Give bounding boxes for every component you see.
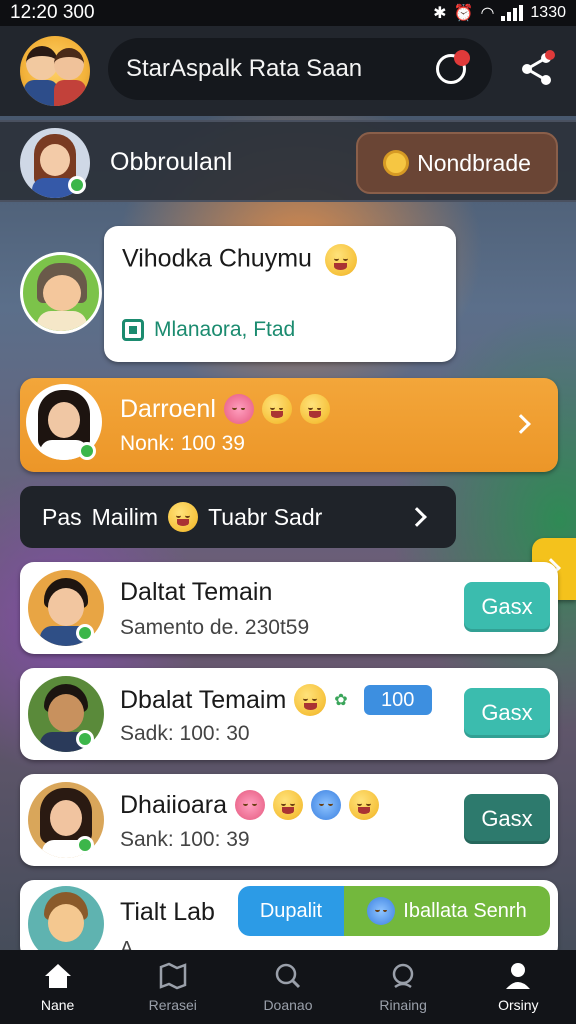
row-meta: Sadk: 100: 30 (120, 722, 250, 745)
battery-text: 1330 (530, 4, 566, 21)
profile-action-label: Nondbrade (417, 149, 531, 176)
header-title-pill[interactable]: StarAspalk Rata Saan (108, 38, 492, 100)
list-item[interactable]: Dbalat Temaim ✿ 100 Sadk: 100: 30 Gasx (20, 668, 558, 760)
smile-emoji-icon (324, 244, 357, 276)
list-item[interactable]: Tialt Lab A... Dupalit Iballata Senrh (20, 880, 558, 962)
row-name: Daltat Temain (120, 578, 273, 606)
nav-home[interactable]: Nane (8, 952, 108, 1022)
grin-emoji-icon (273, 790, 304, 820)
count-badge: 100 (363, 685, 432, 715)
blush-emoji-icon (235, 790, 266, 820)
header-title: StarAspalk Rata Saan (126, 55, 363, 82)
online-indicator (76, 836, 94, 854)
home-icon (44, 964, 71, 988)
list-item[interactable]: Daltat Temain Samento de. 230t59 Gasx (20, 562, 558, 654)
nav-label: Rerasei (148, 997, 197, 1013)
message-bubble[interactable]: Vihodka Chuymu Mlanaora, Ftad (104, 226, 456, 362)
blush-emoji-icon (223, 394, 254, 424)
nav-label: Orsiny (498, 997, 539, 1013)
share-icon[interactable] (518, 50, 556, 88)
row-title: Daltat Temain (120, 578, 272, 607)
sparkle-icon: ✿ (334, 692, 348, 709)
online-indicator (76, 624, 94, 642)
nav-search[interactable]: Doanao (238, 952, 338, 1022)
chat-badge (454, 50, 470, 66)
grin-emoji-icon (261, 394, 292, 424)
row-name: Dbalat Temaim (120, 685, 287, 714)
featured-title: Darroenl (120, 394, 330, 424)
row-action-button[interactable]: Gasx (464, 688, 550, 738)
grin-emoji-icon (294, 684, 327, 716)
status-time: 12:20 300 (10, 2, 95, 23)
pass-bar[interactable]: Pas Mailim Tuabr Sadr (20, 486, 456, 548)
wifi-icon: ◠ (480, 5, 495, 22)
featured-meta: Nonk: 100 39 (120, 432, 245, 455)
pass-bar-left: Pas (42, 503, 82, 530)
online-indicator (68, 176, 86, 194)
row-meta: Sank: 100: 39 (120, 828, 250, 851)
nav-label: Nane (40, 997, 75, 1013)
featured-card[interactable]: Darroenl Nonk: 100 39 (20, 378, 558, 472)
featured-name: Darroenl (120, 394, 216, 423)
split-action-button[interactable]: Dupalit Iballata Senrh (238, 886, 550, 936)
pass-bar-right: Tuabr Sadr (208, 503, 323, 530)
square-icon (122, 319, 144, 341)
row-action-button[interactable]: Gasx (464, 794, 550, 844)
nav-ring[interactable]: Rinaing (353, 952, 453, 1022)
laugh-emoji-icon (367, 897, 396, 925)
play-emoji-icon (311, 790, 342, 820)
wink-emoji-icon (349, 790, 380, 820)
nav-label: Doanao (263, 997, 313, 1013)
alarm-icon: ⏰ (453, 5, 474, 22)
ring-icon (392, 963, 414, 989)
map-icon (159, 962, 187, 990)
row-title: Dbalat Temaim ✿ 100 (120, 684, 432, 716)
nav-map[interactable]: Rerasei (123, 952, 223, 1022)
row-meta: Samento de. 230t59 (120, 616, 310, 639)
pass-bar-middle: Mailim (91, 503, 159, 530)
mute-icon: ✱ (433, 5, 447, 22)
signal-icon (501, 5, 524, 21)
status-icons: ✱ ⏰ ◠ 1330 (433, 3, 566, 23)
group-avatar[interactable] (20, 36, 90, 106)
row-name: Dhaiioara (120, 790, 228, 819)
online-indicator (78, 442, 96, 460)
bubble-avatar[interactable] (20, 252, 102, 334)
profile-action-button[interactable]: Nondbrade (356, 132, 558, 194)
chevron-right-icon (511, 414, 531, 434)
list-item[interactable]: Dhaiioara Sank: 100: 39 Gasx (20, 774, 558, 866)
wink-emoji-icon (299, 394, 330, 424)
bubble-title: Vihodka Chuymu (122, 244, 357, 276)
magnifier-icon (383, 150, 410, 176)
profile-name: Obbroulanl (110, 148, 233, 176)
nav-profile[interactable]: Orsiny (468, 952, 568, 1022)
thinking-emoji-icon (168, 502, 199, 532)
row-title: Dhaiioara (120, 790, 380, 820)
bubble-subtitle: Mlanaora, Ftad (122, 318, 295, 342)
bubble-title-text: Vihodka Chuymu (122, 244, 312, 273)
bottom-nav: Nane Rerasei Doanao Rinaing Orsiny (0, 950, 576, 1024)
profile-strip: Obbroulanl Nondbrade (0, 120, 576, 202)
search-icon (275, 963, 301, 989)
chevron-right-icon (407, 507, 427, 527)
split-right-button[interactable]: Iballata Senrh (344, 886, 550, 936)
app-header: StarAspalk Rata Saan (0, 26, 576, 116)
row-title: Tialt Lab (120, 898, 215, 926)
status-bar: 12:20 300 ✱ ⏰ ◠ 1330 (0, 0, 576, 26)
profile-icon (506, 963, 531, 989)
bubble-subtitle-text: Mlanaora, Ftad (154, 318, 296, 341)
nav-label: Rinaing (379, 997, 427, 1013)
online-indicator (76, 730, 94, 748)
row-action-button[interactable]: Gasx (464, 582, 550, 632)
split-left-button[interactable]: Dupalit (238, 886, 344, 936)
split-right-label: Iballata Senrh (403, 899, 527, 922)
